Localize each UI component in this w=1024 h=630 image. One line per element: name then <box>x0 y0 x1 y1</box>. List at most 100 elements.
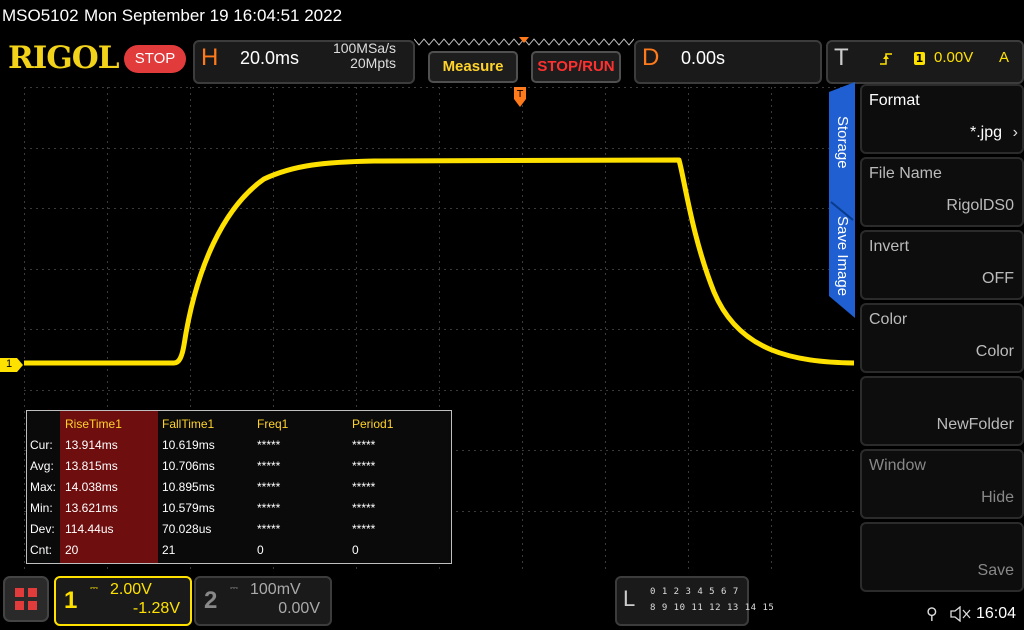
menu-item-window[interactable]: Window Hide <box>860 449 1024 519</box>
table-row: Avg: 13.815ms 10.706ms ***** ***** <box>27 456 451 477</box>
table-cell: 20 <box>65 543 79 557</box>
delay-value: 0.00s <box>681 48 726 68</box>
menu-item-value: *.jpg <box>969 124 1002 141</box>
table-cell: 13.621ms <box>65 501 118 515</box>
speaker-muted-icon[interactable] <box>950 606 972 622</box>
menu-item-title: Window <box>869 457 926 474</box>
clock: 16:04 <box>976 605 1017 622</box>
table-cell: 10.619ms <box>162 438 215 452</box>
horizontal-label: H <box>201 44 219 71</box>
dc-coupling-icon: ⎓ <box>230 583 238 594</box>
horizontal-position-scrollbar[interactable] <box>414 37 634 47</box>
delay-settings[interactable] <box>634 40 822 84</box>
row-label: Cur: <box>30 438 53 452</box>
row-label: Avg: <box>30 459 54 473</box>
model-name: MSO5102 <box>2 6 79 25</box>
measurement-table: RiseTime1 FallTime1 Freq1 Period1 Cur: 1… <box>26 410 452 564</box>
table-cell: 10.579ms <box>162 501 215 515</box>
table-row: Max: 14.038ms 10.895ms ***** ***** <box>27 477 451 498</box>
channel2-offset: 0.00V <box>278 600 320 617</box>
channel1-offset: -1.28V <box>132 600 180 617</box>
table-cell: ***** <box>257 522 281 536</box>
tab-save-image[interactable]: Save Image <box>834 216 851 296</box>
menu-item-save[interactable]: Save <box>860 522 1024 592</box>
table-cell: ***** <box>352 501 376 515</box>
trigger-level: 0.00V <box>934 49 974 66</box>
measurement-header-row: RiseTime1 FallTime1 Freq1 Period1 <box>27 414 451 435</box>
table-row: Cnt: 20 21 0 0 <box>27 540 451 561</box>
channel1-scale: 2.00V <box>110 581 152 598</box>
table-cell: ***** <box>352 438 376 452</box>
trigger-position-marker <box>519 37 529 43</box>
dc-coupling-icon: ⎓ <box>90 583 98 594</box>
table-cell: ***** <box>257 480 281 494</box>
column-header: Freq1 <box>257 417 289 431</box>
rising-edge-icon <box>880 53 892 65</box>
run-state-badge: STOP <box>124 45 186 73</box>
menu-item-file-name[interactable]: File Name RigolDS0 <box>860 157 1024 227</box>
menu-item-value: Save <box>977 562 1014 579</box>
table-cell: ***** <box>352 522 376 536</box>
logic-analyzer-label: L <box>623 586 636 611</box>
menu-item-color[interactable]: Color Color <box>860 303 1024 373</box>
rigol-logo: RIGOL <box>8 40 120 76</box>
table-cell: 13.914ms <box>65 438 118 452</box>
menu-item-title: File Name <box>869 165 942 182</box>
row-label: Dev: <box>30 522 55 536</box>
column-header: FallTime1 <box>162 417 215 431</box>
table-cell: 114.44us <box>65 522 114 536</box>
table-cell: 0 <box>352 543 359 557</box>
timebase-value: 20.0ms <box>240 48 300 68</box>
table-cell: ***** <box>257 459 281 473</box>
table-cell: ***** <box>352 480 376 494</box>
stop-run-button[interactable]: STOP/RUN <box>531 51 621 83</box>
table-cell: 70.028us <box>162 522 212 536</box>
trigger-channel-badge: 1 <box>914 52 925 65</box>
menu-item-format[interactable]: Format *.jpg › <box>860 84 1024 154</box>
table-cell: 10.706ms <box>162 459 215 473</box>
memory-depth: 20Mpts <box>350 55 396 71</box>
table-cell: 21 <box>162 543 176 557</box>
status-bar: MSO5102 Mon September 19 16:04:51 2022 <box>0 0 1024 34</box>
delay-label: D <box>642 44 660 71</box>
column-header: RiseTime1 <box>65 417 122 431</box>
channel2-number: 2 <box>204 587 218 614</box>
table-cell: 10.895ms <box>162 480 215 494</box>
table-cell: ***** <box>257 501 281 515</box>
row-label: Max: <box>30 480 57 494</box>
row-label: Min: <box>30 501 53 515</box>
acquisition-info: 100MSa/s 20Mpts <box>300 41 396 71</box>
chevron-right-icon: › <box>1012 124 1018 141</box>
logic-channels-row1: 0 1 2 3 4 5 6 7 <box>650 587 739 597</box>
menu-item-title: Format <box>869 92 920 109</box>
menu-item-value: RigolDS0 <box>946 197 1014 214</box>
tab-storage[interactable]: Storage <box>834 116 851 169</box>
table-cell: 0 <box>257 543 264 557</box>
menu-item-value: Color <box>975 343 1014 360</box>
trigger-settings[interactable] <box>826 40 1024 84</box>
datetime: Mon September 19 16:04:51 2022 <box>84 6 343 25</box>
menu-item-title: Invert <box>869 238 910 255</box>
menu-item-value: NewFolder <box>936 416 1014 433</box>
usb-icon: ⚲ <box>926 604 938 623</box>
channel1-marker-label: 1 <box>6 358 13 370</box>
table-row: Min: 13.621ms 10.579ms ***** ***** <box>27 498 451 519</box>
trigger-mode: A <box>999 49 1010 66</box>
row-label: Cnt: <box>30 543 53 557</box>
menu-item-value: Hide <box>981 489 1014 506</box>
table-cell: ***** <box>352 459 376 473</box>
column-header: Period1 <box>352 417 394 431</box>
menu-item-invert[interactable]: Invert OFF <box>860 230 1024 300</box>
table-cell: ***** <box>257 438 281 452</box>
channel2-scale: 100mV <box>250 581 301 598</box>
menu-item-value: OFF <box>982 270 1014 287</box>
sample-rate: 100MSa/s <box>332 40 396 56</box>
table-cell: 13.815ms <box>65 459 118 473</box>
trigger-label: T <box>834 44 849 71</box>
table-row: Cur: 13.914ms 10.619ms ***** ***** <box>27 435 451 456</box>
measure-button[interactable]: Measure <box>428 51 518 83</box>
logic-channels-row2: 8 9 10 11 12 13 14 15 <box>650 603 775 613</box>
svg-text:T: T <box>516 89 524 100</box>
menu-item-new-folder[interactable]: NewFolder <box>860 376 1024 446</box>
home-grid-icon[interactable] <box>3 576 49 622</box>
